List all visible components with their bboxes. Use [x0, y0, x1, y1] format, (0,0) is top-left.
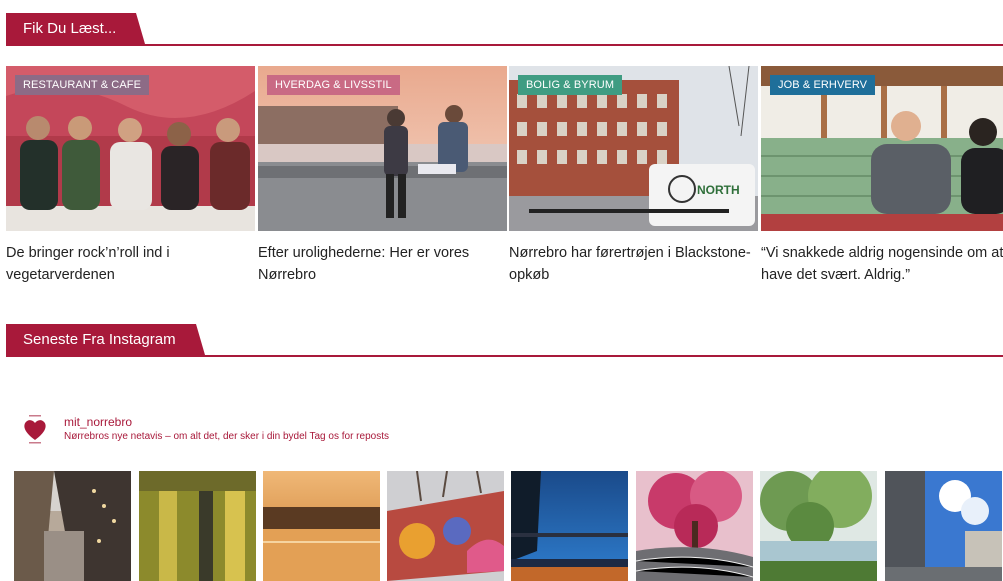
- section-title-instagram: Seneste Fra Instagram: [6, 324, 205, 355]
- category-badge[interactable]: JOB & ERHVERV: [770, 75, 876, 95]
- instagram-bio: Nørrebros nye netavis – om alt det, der …: [64, 431, 389, 442]
- article-title[interactable]: Efter urolighederne: Her er vores Nørreb…: [258, 242, 507, 286]
- article-image[interactable]: HVERDAG & LIVSSTIL: [258, 66, 507, 231]
- section-header-read: Fik Du Læst...: [6, 13, 1003, 46]
- article-title[interactable]: Nørrebro har førertrøjen i Blackstone-op…: [509, 242, 758, 286]
- article-card[interactable]: NORTH BOLIG & BYRUM Nørrebro har førertr…: [509, 66, 758, 286]
- article-title[interactable]: De bringer rock’n’roll ind i vegetarverd…: [6, 242, 255, 286]
- instagram-post[interactable]: [511, 471, 628, 581]
- category-badge[interactable]: HVERDAG & LIVSSTIL: [267, 75, 400, 95]
- svg-text:NORTH: NORTH: [697, 183, 740, 197]
- section-title-read: Fik Du Læst...: [6, 13, 146, 44]
- instagram-post[interactable]: [636, 471, 753, 581]
- instagram-post[interactable]: [14, 471, 131, 581]
- article-card[interactable]: HVERDAG & LIVSSTIL Efter urolighederne: …: [258, 66, 507, 286]
- article-title[interactable]: “Vi snakkede aldrig nogensinde om at hav…: [761, 242, 1003, 286]
- instagram-post[interactable]: [885, 471, 1002, 581]
- article-image[interactable]: RESTAURANT & CAFE: [6, 66, 255, 231]
- article-image[interactable]: JOB & ERHVERV: [761, 66, 1003, 231]
- article-card[interactable]: RESTAURANT & CAFE De bringer rock’n’roll…: [6, 66, 255, 286]
- category-badge[interactable]: BOLIG & BYRUM: [518, 75, 623, 95]
- instagram-username[interactable]: mit_norrebro: [64, 415, 132, 429]
- article-card[interactable]: JOB & ERHVERV “Vi snakkede aldrig nogens…: [761, 66, 1003, 286]
- category-badge[interactable]: RESTAURANT & CAFE: [15, 75, 150, 95]
- instagram-post[interactable]: [760, 471, 877, 581]
- section-header-instagram: Seneste Fra Instagram: [6, 324, 1003, 357]
- instagram-post[interactable]: [139, 471, 256, 581]
- article-image[interactable]: NORTH BOLIG & BYRUM: [509, 66, 758, 231]
- heart-icon[interactable]: [22, 414, 48, 444]
- instagram-post[interactable]: [387, 471, 504, 581]
- instagram-post[interactable]: [263, 471, 380, 581]
